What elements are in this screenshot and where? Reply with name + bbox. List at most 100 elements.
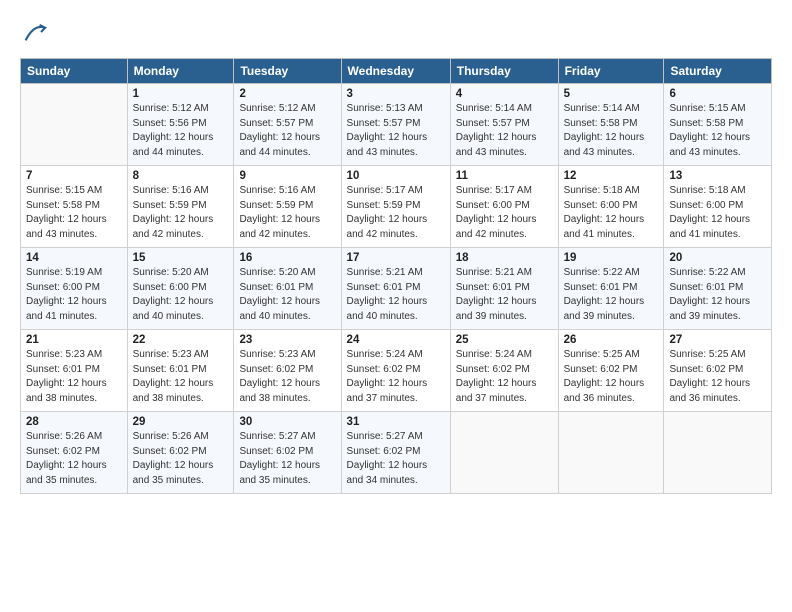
day-number: 12 [564, 170, 659, 182]
day-cell: 21 Sunrise: 5:23 AM Sunset: 6:01 PM Dayli… [21, 330, 128, 412]
day-cell: 2 Sunrise: 5:12 AM Sunset: 5:57 PM Daylig… [234, 84, 341, 166]
day-detail: Sunrise: 5:12 AM Sunset: 5:56 PM Dayligh… [133, 102, 229, 160]
day-detail: Sunrise: 5:14 AM Sunset: 5:58 PM Dayligh… [564, 102, 659, 160]
day-number: 17 [347, 252, 445, 264]
col-header-sunday: Sunday [21, 59, 128, 84]
day-cell: 1 Sunrise: 5:12 AM Sunset: 5:56 PM Daylig… [127, 84, 234, 166]
day-detail: Sunrise: 5:24 AM Sunset: 6:02 PM Dayligh… [347, 348, 445, 406]
day-detail: Sunrise: 5:24 AM Sunset: 6:02 PM Dayligh… [456, 348, 553, 406]
day-number: 16 [239, 252, 335, 264]
day-number: 21 [26, 334, 122, 346]
day-detail: Sunrise: 5:26 AM Sunset: 6:02 PM Dayligh… [133, 430, 229, 488]
day-detail: Sunrise: 5:15 AM Sunset: 5:58 PM Dayligh… [669, 102, 766, 160]
day-cell: 25 Sunrise: 5:24 AM Sunset: 6:02 PM Dayli… [450, 330, 558, 412]
page: SundayMondayTuesdayWednesdayThursdayFrid… [0, 0, 792, 508]
day-detail: Sunrise: 5:20 AM Sunset: 6:00 PM Dayligh… [133, 266, 229, 324]
day-cell: 4Sunrise: 5:14 AM Sunset: 5:57 PM Daylig… [450, 84, 558, 166]
day-cell [450, 412, 558, 494]
day-cell: 5 Sunrise: 5:14 AM Sunset: 5:58 PM Daylig… [558, 84, 664, 166]
day-cell: 16 Sunrise: 5:20 AM Sunset: 6:01 PM Dayli… [234, 248, 341, 330]
calendar-table: SundayMondayTuesdayWednesdayThursdayFrid… [20, 58, 772, 494]
col-header-friday: Friday [558, 59, 664, 84]
day-detail: Sunrise: 5:13 AM Sunset: 5:57 PM Dayligh… [347, 102, 445, 160]
day-number: 10 [347, 170, 445, 182]
day-detail: Sunrise: 5:21 AM Sunset: 6:01 PM Dayligh… [347, 266, 445, 324]
day-detail: Sunrise: 5:25 AM Sunset: 6:02 PM Dayligh… [564, 348, 659, 406]
day-cell: 14 Sunrise: 5:19 AM Sunset: 6:00 PM Dayli… [21, 248, 128, 330]
week-row-4: 21 Sunrise: 5:23 AM Sunset: 6:01 PM Dayli… [21, 330, 772, 412]
day-detail: Sunrise: 5:20 AM Sunset: 6:01 PM Dayligh… [239, 266, 335, 324]
day-number: 23 [239, 334, 335, 346]
day-cell: 8 Sunrise: 5:16 AM Sunset: 5:59 PM Daylig… [127, 166, 234, 248]
day-detail: Sunrise: 5:26 AM Sunset: 6:02 PM Dayligh… [26, 430, 122, 488]
day-cell: 3Sunrise: 5:13 AM Sunset: 5:57 PM Daylig… [341, 84, 450, 166]
day-number: 4 [456, 88, 553, 100]
day-detail: Sunrise: 5:16 AM Sunset: 5:59 PM Dayligh… [239, 184, 335, 242]
header-row: SundayMondayTuesdayWednesdayThursdayFrid… [21, 59, 772, 84]
day-number: 27 [669, 334, 766, 346]
day-number: 7 [26, 170, 122, 182]
day-cell: 24 Sunrise: 5:24 AM Sunset: 6:02 PM Dayli… [341, 330, 450, 412]
day-detail: Sunrise: 5:25 AM Sunset: 6:02 PM Dayligh… [669, 348, 766, 406]
day-detail: Sunrise: 5:27 AM Sunset: 6:02 PM Dayligh… [239, 430, 335, 488]
day-cell: 22Sunrise: 5:23 AM Sunset: 6:01 PM Dayli… [127, 330, 234, 412]
col-header-wednesday: Wednesday [341, 59, 450, 84]
week-row-2: 7 Sunrise: 5:15 AM Sunset: 5:58 PM Daylig… [21, 166, 772, 248]
day-detail: Sunrise: 5:19 AM Sunset: 6:00 PM Dayligh… [26, 266, 122, 324]
day-number: 30 [239, 416, 335, 428]
day-detail: Sunrise: 5:17 AM Sunset: 6:00 PM Dayligh… [456, 184, 553, 242]
day-detail: Sunrise: 5:23 AM Sunset: 6:02 PM Dayligh… [239, 348, 335, 406]
day-cell: 13 Sunrise: 5:18 AM Sunset: 6:00 PM Dayli… [664, 166, 772, 248]
day-cell: 19Sunrise: 5:22 AM Sunset: 6:01 PM Dayli… [558, 248, 664, 330]
col-header-monday: Monday [127, 59, 234, 84]
day-cell [21, 84, 128, 166]
day-detail: Sunrise: 5:17 AM Sunset: 5:59 PM Dayligh… [347, 184, 445, 242]
day-cell: 29Sunrise: 5:26 AM Sunset: 6:02 PM Dayli… [127, 412, 234, 494]
day-cell: 6Sunrise: 5:15 AM Sunset: 5:58 PM Daylig… [664, 84, 772, 166]
day-number: 20 [669, 252, 766, 264]
day-number: 8 [133, 170, 229, 182]
header [20, 18, 772, 46]
day-cell: 20 Sunrise: 5:22 AM Sunset: 6:01 PM Dayli… [664, 248, 772, 330]
logo-icon [20, 18, 48, 46]
day-cell: 31Sunrise: 5:27 AM Sunset: 6:02 PM Dayli… [341, 412, 450, 494]
week-row-5: 28 Sunrise: 5:26 AM Sunset: 6:02 PM Dayli… [21, 412, 772, 494]
day-detail: Sunrise: 5:18 AM Sunset: 6:00 PM Dayligh… [564, 184, 659, 242]
day-cell: 9Sunrise: 5:16 AM Sunset: 5:59 PM Daylig… [234, 166, 341, 248]
day-number: 2 [239, 88, 335, 100]
day-cell: 23 Sunrise: 5:23 AM Sunset: 6:02 PM Dayli… [234, 330, 341, 412]
day-detail: Sunrise: 5:18 AM Sunset: 6:00 PM Dayligh… [669, 184, 766, 242]
day-number: 19 [564, 252, 659, 264]
day-cell: 18Sunrise: 5:21 AM Sunset: 6:01 PM Dayli… [450, 248, 558, 330]
col-header-thursday: Thursday [450, 59, 558, 84]
day-number: 11 [456, 170, 553, 182]
day-cell: 10 Sunrise: 5:17 AM Sunset: 5:59 PM Dayli… [341, 166, 450, 248]
week-row-1: 1 Sunrise: 5:12 AM Sunset: 5:56 PM Daylig… [21, 84, 772, 166]
day-detail: Sunrise: 5:27 AM Sunset: 6:02 PM Dayligh… [347, 430, 445, 488]
day-cell [558, 412, 664, 494]
day-number: 28 [26, 416, 122, 428]
day-number: 14 [26, 252, 122, 264]
day-number: 13 [669, 170, 766, 182]
day-cell: 7 Sunrise: 5:15 AM Sunset: 5:58 PM Daylig… [21, 166, 128, 248]
day-cell: 11 Sunrise: 5:17 AM Sunset: 6:00 PM Dayli… [450, 166, 558, 248]
week-row-3: 14 Sunrise: 5:19 AM Sunset: 6:00 PM Dayli… [21, 248, 772, 330]
day-detail: Sunrise: 5:16 AM Sunset: 5:59 PM Dayligh… [133, 184, 229, 242]
logo [20, 18, 50, 46]
day-cell: 15 Sunrise: 5:20 AM Sunset: 6:00 PM Dayli… [127, 248, 234, 330]
day-number: 5 [564, 88, 659, 100]
day-detail: Sunrise: 5:12 AM Sunset: 5:57 PM Dayligh… [239, 102, 335, 160]
day-cell [664, 412, 772, 494]
day-detail: Sunrise: 5:23 AM Sunset: 6:01 PM Dayligh… [26, 348, 122, 406]
day-number: 15 [133, 252, 229, 264]
day-cell: 28 Sunrise: 5:26 AM Sunset: 6:02 PM Dayli… [21, 412, 128, 494]
day-number: 25 [456, 334, 553, 346]
day-number: 24 [347, 334, 445, 346]
day-detail: Sunrise: 5:23 AM Sunset: 6:01 PM Dayligh… [133, 348, 229, 406]
day-detail: Sunrise: 5:15 AM Sunset: 5:58 PM Dayligh… [26, 184, 122, 242]
day-number: 26 [564, 334, 659, 346]
day-number: 1 [133, 88, 229, 100]
day-number: 18 [456, 252, 553, 264]
day-detail: Sunrise: 5:22 AM Sunset: 6:01 PM Dayligh… [669, 266, 766, 324]
col-header-tuesday: Tuesday [234, 59, 341, 84]
